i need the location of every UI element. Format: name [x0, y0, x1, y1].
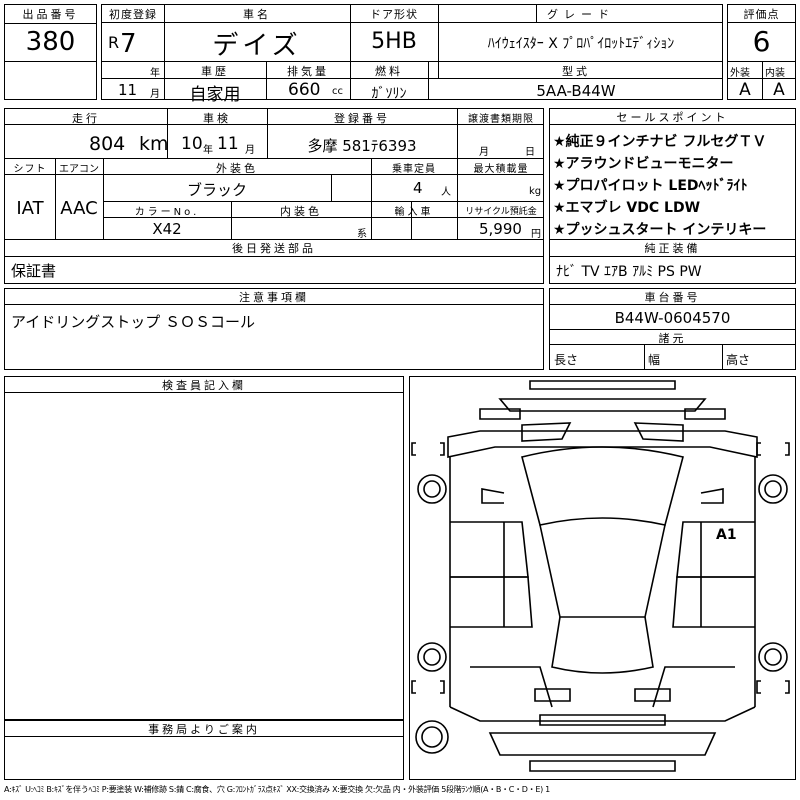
equipment-value: ﾅﾋﾞ TV ｴｱB ｱﾙﾐ PS PW [556, 264, 702, 280]
sales-point-3: ★プロパイロット LEDﾍｯﾄﾞﾗｲﾄ [553, 178, 748, 194]
first-reg-era: R [108, 33, 120, 52]
sales-point-1: ★純正９インチナビ フルセグＴＶ [553, 134, 767, 150]
exterior-score: A [739, 80, 751, 100]
inspection-month: 11 [217, 134, 239, 154]
reg-number-value: 多摩 581ﾃ6393 [307, 137, 417, 155]
mileage-unit: km [139, 133, 169, 155]
sales-point-4: ★エマブレ VDC LDW [553, 200, 701, 216]
max-load-label: 最大積載量 [473, 164, 529, 175]
later-parts-value: 保証書 [11, 262, 57, 280]
int-color-label: 内装色 [280, 205, 322, 218]
notes-box: 注意事項欄 アイドリングストップ ＳＯＳコール [4, 288, 544, 370]
inspector-label: 検査員記入欄 [5, 377, 403, 393]
equipment-label: 純正装備 [550, 240, 795, 257]
first-reg-year: 7 [120, 29, 137, 59]
notes-label: 注意事項欄 [5, 289, 543, 305]
sales-points-box: セールスポイント ★純正９インチナビ フルセグＴＶ ★アラウンドビューモニター … [549, 108, 796, 240]
history-label: 車歴 [201, 65, 229, 78]
inspection-year-unit: 年 [203, 145, 213, 156]
transfer-deadline-label: 譲渡書類期限 [468, 114, 534, 125]
exterior-label: 外装 [730, 68, 750, 79]
spec-length-label: 長さ [554, 353, 579, 367]
later-parts-label: 後日発送部品 [5, 240, 543, 257]
shift-value: IAT [16, 198, 44, 219]
interior-label: 内装 [765, 68, 785, 79]
lot-number-value: 380 [25, 27, 76, 57]
inspector-box: 検査員記入欄 [4, 376, 404, 720]
chassis-label: 車台番号 [550, 289, 795, 305]
shift-label: シフト [13, 164, 47, 175]
sales-point-2: ★アラウンドビューモニター [553, 156, 734, 172]
recycle-unit: 円 [531, 229, 541, 240]
import-label: 輸入車 [394, 207, 434, 218]
score-box: 評価点 6 外装 内装 A A [727, 4, 796, 100]
transfer-month-unit: 月 [479, 147, 489, 158]
mileage-label: 走行 [72, 112, 100, 125]
car-damage-diagram [411, 380, 790, 772]
first-reg-month-unit: 月 [150, 89, 160, 100]
vehicle-details-box: 走行 車検 登録番号 譲渡書類期限 804 km 10 年 11 月 多摩 58… [4, 108, 544, 240]
inspection-month-unit: 月 [245, 145, 255, 156]
displacement-value: 660 [288, 80, 321, 100]
grade-label: グレード [547, 8, 615, 21]
ext-color-value: ブラック [186, 181, 247, 199]
color-no-value: X42 [152, 220, 182, 238]
transfer-day-unit: 日 [525, 147, 535, 158]
capacity-label: 乗車定員 [392, 164, 436, 175]
lot-number-box: 出品番号 380 [4, 4, 97, 100]
aircon-value: AAC [60, 198, 98, 219]
fuel-label: 燃料 [375, 65, 403, 78]
score-label: 評価点 [728, 5, 795, 23]
fuel-value: ｶﾞｿﾘﾝ [371, 86, 407, 102]
specs-label: 諸元 [658, 332, 687, 345]
reg-number-label: 登録番号 [334, 112, 390, 125]
history-value: 自家用 [189, 85, 241, 105]
displacement-label: 排気量 [287, 65, 329, 78]
capacity-unit: 人 [441, 187, 451, 198]
recycle-label: リサイクル預託金 [465, 207, 537, 217]
aircon-label: エアコン [59, 164, 99, 175]
score-value: 6 [752, 25, 771, 58]
office-label: 事務局よりご案内 [5, 721, 403, 737]
max-load-unit: kg [529, 186, 542, 197]
mileage-value: 804 [89, 133, 126, 155]
doors-label: ドア形状 [370, 8, 418, 21]
main-info-box: 初度登録 車名 ドア形状 グレード R 7 年 11 月 デイズ 5HB ﾊｲｳ… [101, 4, 723, 105]
inspection-label: 車検 [203, 112, 231, 125]
legend-text: A:ｷｽﾞ U:ﾍｺﾐ B:ｷｽﾞを伴うﾍｺﾐ P:要塗装 W:補修跡 S:錆 … [4, 785, 550, 794]
color-no-label: カラーNo. [134, 207, 200, 218]
lot-number-label: 出品番号 [5, 5, 96, 24]
inspection-year: 10 [181, 134, 203, 154]
spec-width-label: 幅 [648, 353, 661, 367]
notes-value: アイドリングストップ ＳＯＳコール [11, 313, 256, 331]
chassis-box: 車台番号 B44W-0604570 諸元 長さ 幅 高さ [549, 288, 796, 370]
equipment-box: 純正装備 ﾅﾋﾞ TV ｴｱB ｱﾙﾐ PS PW [549, 240, 796, 284]
model-label: 型式 [562, 65, 590, 78]
recycle-value: 5,990 [479, 220, 522, 238]
car-name-value: デイズ [212, 31, 302, 61]
sales-point-5: ★プッシュスタート インテリキー [553, 222, 767, 238]
doors-value: 5HB [371, 29, 417, 54]
displacement-unit: cc [332, 86, 343, 97]
car-diagram-box: A1 [409, 376, 796, 780]
sales-points-label: セールスポイント [550, 109, 795, 125]
first-reg-year-unit: 年 [150, 68, 160, 79]
office-box: 事務局よりご案内 [4, 720, 404, 780]
first-reg-month: 11 [118, 81, 138, 99]
first-reg-label: 初度登録 [109, 8, 157, 21]
interior-score: A [773, 80, 785, 100]
chassis-value: B44W-0604570 [614, 309, 731, 327]
spec-height-label: 高さ [726, 353, 751, 367]
model-value: 5AA-B44W [536, 82, 616, 100]
int-color-unit: 系 [357, 229, 367, 240]
ext-color-label: 外装色 [216, 162, 258, 175]
car-name-label: 車名 [243, 8, 271, 21]
later-parts-box: 後日発送部品 保証書 [4, 240, 544, 284]
damage-mark-a1: A1 [716, 527, 737, 543]
grade-value: ﾊｲｳｪｲｽﾀｰ X ﾌﾟﾛﾊﾟｲﾛｯﾄｴﾃﾞｨｼｮﾝ [487, 36, 675, 52]
capacity-value: 4 [413, 179, 423, 197]
